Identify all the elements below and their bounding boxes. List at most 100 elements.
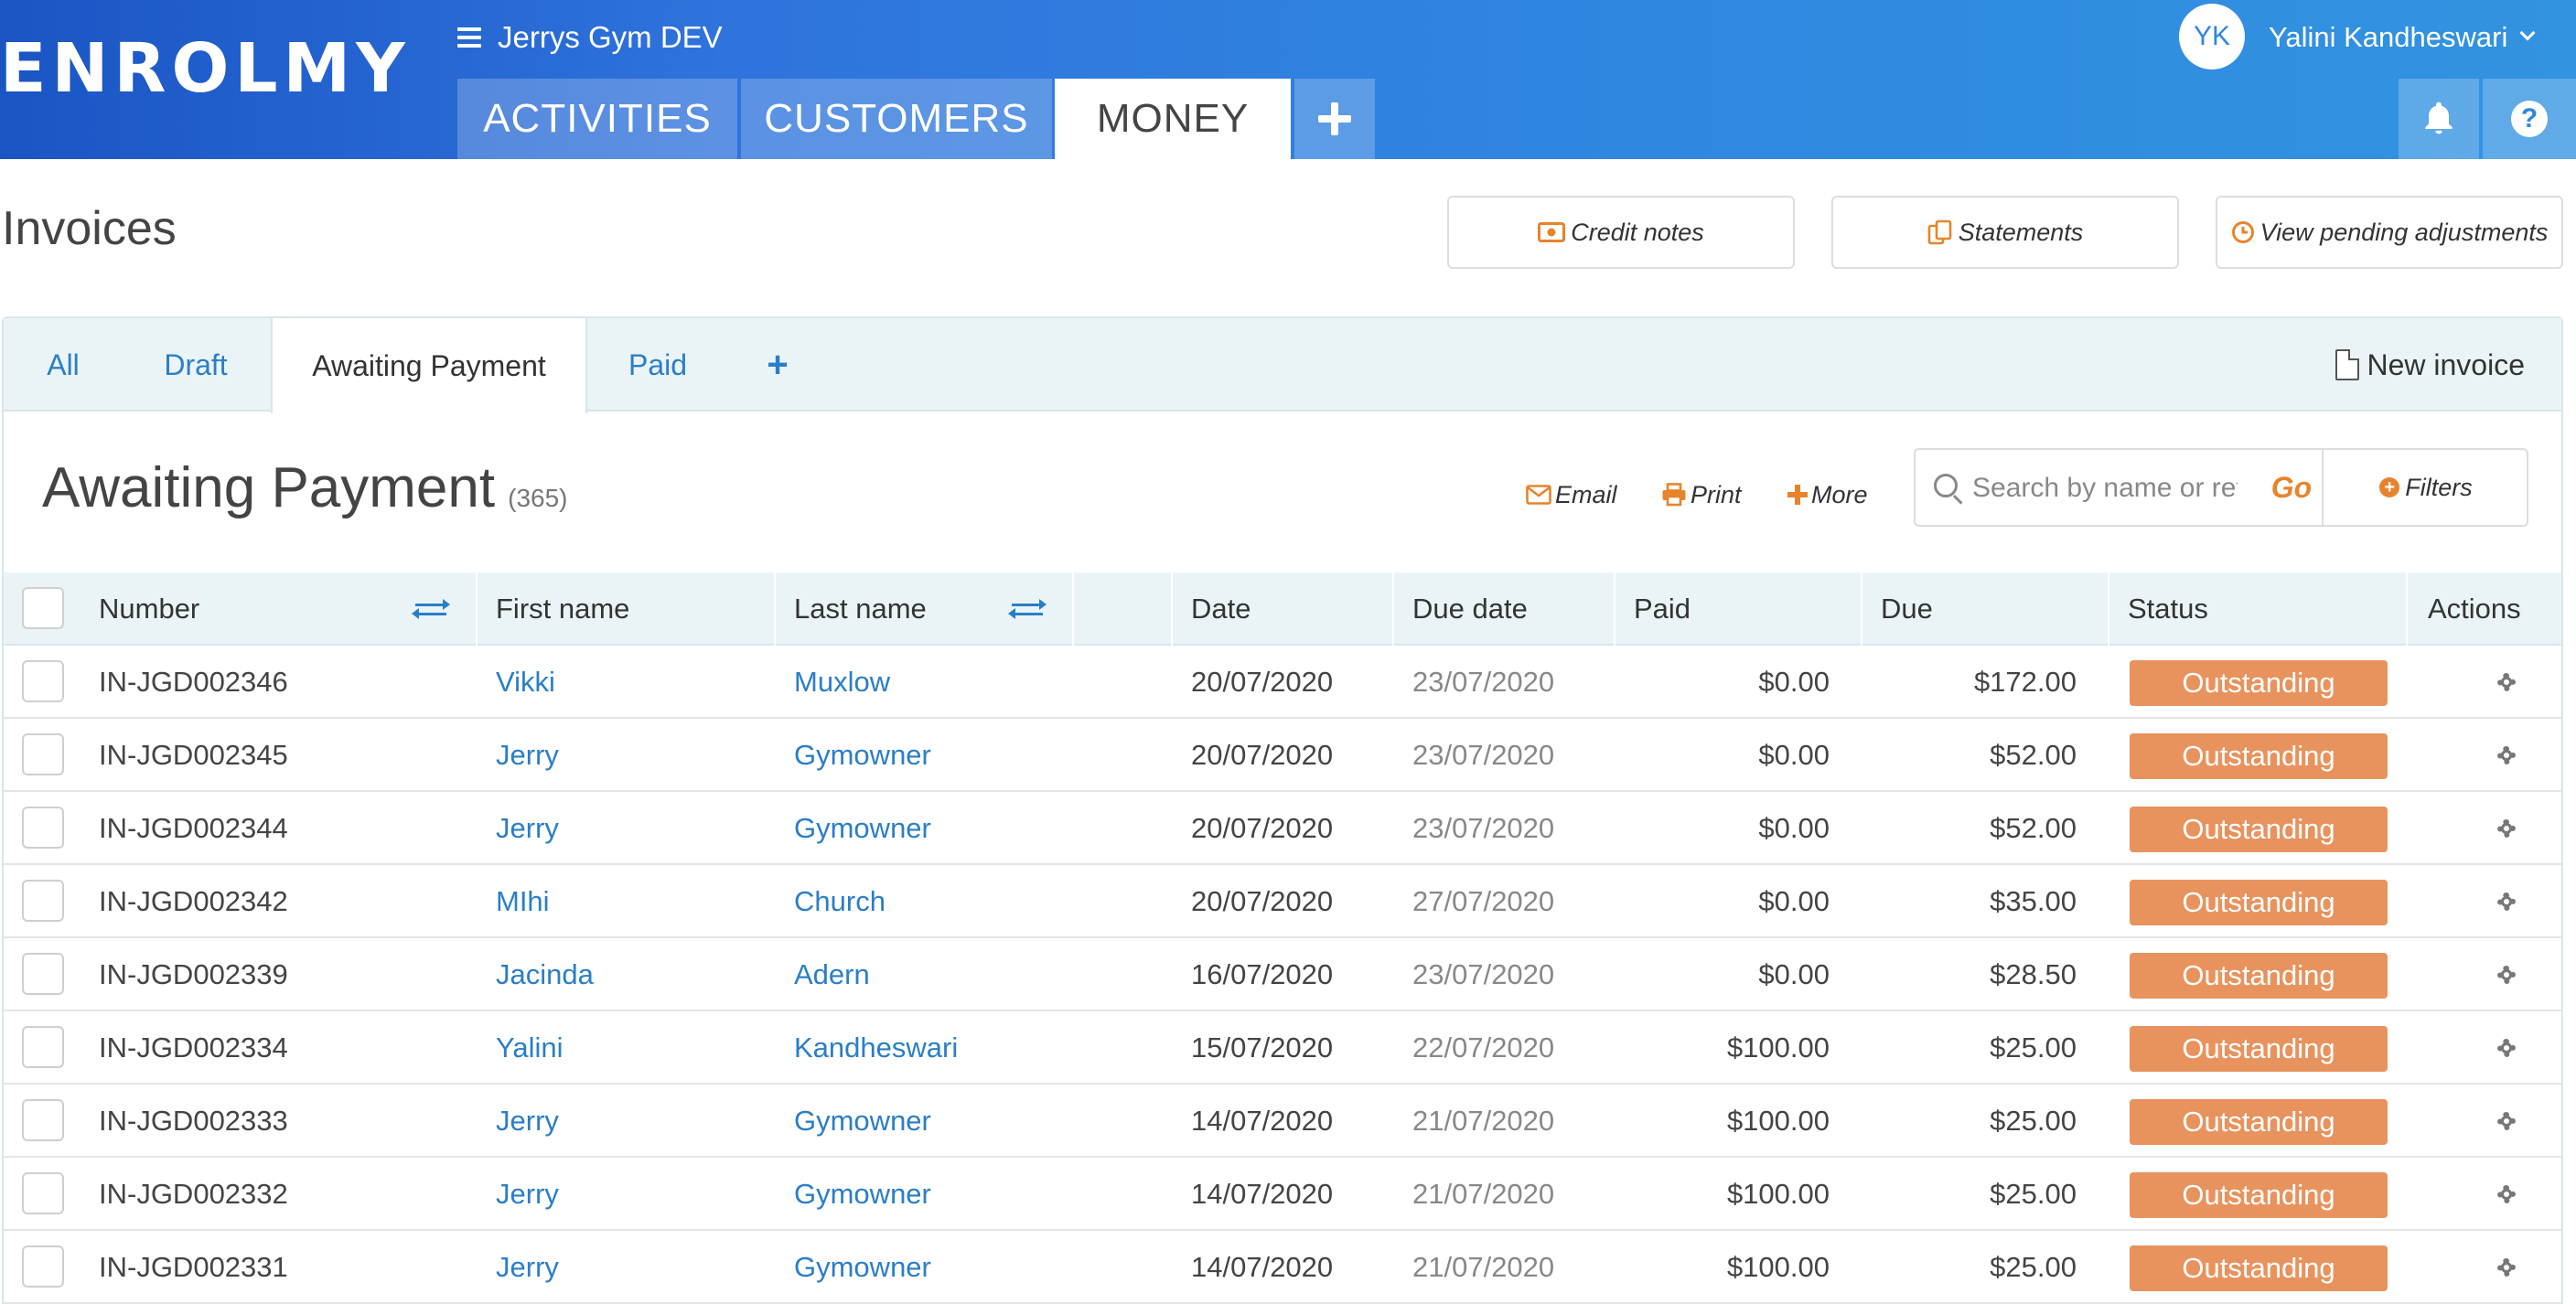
first-name-link[interactable]: Jacinda [496,938,594,1011]
printer-icon [1662,483,1686,507]
row-checkbox[interactable] [22,807,64,849]
row-checkbox[interactable] [22,1099,64,1141]
add-subtab-button[interactable]: + [741,318,814,412]
new-invoice-label: New invoice [2367,347,2525,381]
first-name-link[interactable]: Jerry [496,1231,559,1304]
row-checkbox[interactable] [22,1026,64,1068]
invoice-number[interactable]: IN-JGD002345 [99,719,288,792]
filters-button[interactable]: + Filters [2322,450,2528,525]
tab-customers[interactable]: CUSTOMERS [741,79,1052,159]
statements-label: Statements [1958,218,2084,246]
email-button[interactable]: Email [1526,472,1617,518]
invoice-number[interactable]: IN-JGD002339 [99,938,288,1011]
first-name-link[interactable]: Jerry [496,1158,559,1231]
last-name-link[interactable]: Gymowner [794,1231,931,1304]
gear-icon[interactable] [2496,1183,2517,1205]
gear-icon[interactable] [2496,891,2517,913]
last-name-link[interactable]: Adern [794,938,870,1011]
view-pending-adjustments-label: View pending adjustments [2259,218,2549,246]
amount-paid: $0.00 [1758,958,1830,990]
column-header-first-name[interactable]: First name [496,572,629,646]
view-pending-adjustments-button[interactable]: View pending adjustments [2216,196,2563,269]
enrolmy-logo[interactable]: ENROLMY [0,27,411,110]
invoice-number[interactable]: IN-JGD002344 [99,792,288,865]
add-tab-button[interactable] [1294,79,1375,159]
tab-money[interactable]: MONEY [1055,79,1291,159]
gear-icon[interactable] [2496,671,2517,693]
gear-icon[interactable] [2496,1037,2517,1059]
invoice-due-date: 21/07/2020 [1412,1251,1555,1283]
row-checkbox[interactable] [22,1245,64,1288]
sort-icon[interactable] [412,598,450,620]
subtab-draft[interactable]: Draft [132,318,260,412]
amount-due: $35.00 [1990,885,2077,917]
subtab-paid[interactable]: Paid [607,318,708,412]
org-switcher[interactable]: Jerrys Gym DEV [457,16,723,59]
top-navigation-bar: ENROLMY Jerrys Gym DEV ACTIVITIES CUSTOM… [0,0,2576,159]
column-header-date[interactable]: Date [1191,572,1250,646]
last-name-link[interactable]: Kandheswari [794,1011,958,1085]
status-badge: Outstanding [2130,807,2388,852]
row-checkbox[interactable] [22,953,64,995]
gear-icon[interactable] [2496,818,2517,839]
status-badge: Outstanding [2130,660,2388,706]
column-header-status[interactable]: Status [2128,572,2208,646]
invoice-number[interactable]: IN-JGD002334 [99,1011,288,1085]
gear-icon[interactable] [2496,1110,2517,1132]
tab-activities[interactable]: ACTIVITIES [457,79,737,159]
row-checkbox[interactable] [22,1172,64,1214]
email-label: Email [1555,480,1617,508]
first-name-link[interactable]: Jerry [496,1085,559,1158]
invoice-number[interactable]: IN-JGD002331 [99,1231,288,1304]
last-name-link[interactable]: Muxlow [794,646,890,719]
invoice-date: 15/07/2020 [1191,1031,1334,1064]
more-button[interactable]: More [1787,472,1868,518]
gear-icon[interactable] [2496,964,2517,986]
search-input[interactable] [1972,459,2238,518]
column-header-paid[interactable]: Paid [1634,572,1690,646]
gear-icon[interactable] [2496,1256,2517,1278]
first-name-link[interactable]: Jerry [496,719,559,792]
first-name-link[interactable]: Yalini [496,1011,564,1085]
table-header: Number First name Last name Date Due dat… [4,572,2561,646]
invoice-number[interactable]: IN-JGD002333 [99,1085,288,1158]
avatar[interactable]: YK [2179,4,2245,69]
hamburger-menu-icon[interactable] [457,27,481,48]
go-button[interactable]: Go [2263,450,2320,525]
new-invoice-button[interactable]: New invoice [2335,318,2525,412]
statements-button[interactable]: Statements [1831,196,2179,269]
first-name-link[interactable]: MIhi [496,865,550,938]
notifications-button[interactable] [2399,79,2479,159]
subtab-awaiting-payment[interactable]: Awaiting Payment [271,318,587,413]
subtab-all[interactable]: All [22,318,104,412]
credit-notes-button[interactable]: Credit notes [1447,196,1795,269]
first-name-link[interactable]: Vikki [496,646,555,719]
column-header-due[interactable]: Due [1881,572,1933,646]
last-name-link[interactable]: Gymowner [794,792,931,865]
invoice-number[interactable]: IN-JGD002342 [99,865,288,938]
user-menu[interactable]: Yalini Kandheswari [2269,16,2536,59]
row-checkbox[interactable] [22,733,64,775]
last-name-link[interactable]: Gymowner [794,719,931,792]
column-header-number[interactable]: Number [99,572,199,646]
sort-icon[interactable] [1008,598,1046,620]
column-divider [1171,572,1173,646]
column-header-due-date[interactable]: Due date [1412,572,1528,646]
invoices-table: Number First name Last name Date Due dat… [4,572,2561,1304]
row-checkbox[interactable] [22,660,64,702]
row-checkbox[interactable] [22,880,64,922]
last-name-link[interactable]: Church [794,865,886,938]
last-name-link[interactable]: Gymowner [794,1085,931,1158]
invoice-number[interactable]: IN-JGD002346 [99,646,288,719]
table-row: IN-JGD002332 Jerry Gymowner 14/07/2020 2… [4,1158,2561,1231]
first-name-link[interactable]: Jerry [496,792,559,865]
gear-icon[interactable] [2496,744,2517,766]
invoice-number[interactable]: IN-JGD002332 [99,1158,288,1231]
select-all-checkbox[interactable] [22,587,64,629]
clock-icon [2231,221,2254,243]
print-button[interactable]: Print [1661,472,1742,518]
column-header-last-name[interactable]: Last name [794,572,927,646]
last-name-link[interactable]: Gymowner [794,1158,931,1231]
user-name: Yalini Kandheswari [2269,21,2508,53]
help-button[interactable]: ? [2483,79,2576,159]
